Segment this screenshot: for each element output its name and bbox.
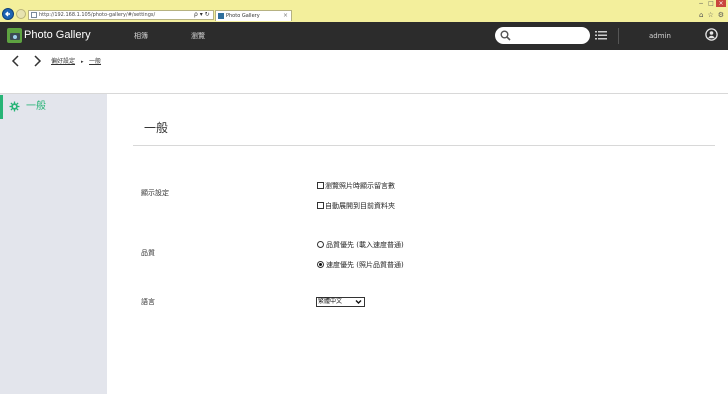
- back-arrow-icon: [5, 11, 10, 17]
- browser-titlebar: − □ × http://192.168.1.105/photo-gallery…: [0, 0, 728, 22]
- gear-icon[interactable]: ⚙: [718, 11, 724, 19]
- checkbox-label: 瀏覽照片時顯示留言數: [325, 181, 395, 190]
- app-title: Photo Gallery: [24, 29, 91, 41]
- title-divider: [133, 145, 715, 146]
- breadcrumb-separator-icon: ▸: [81, 59, 84, 65]
- menu-browse[interactable]: 瀏覽: [191, 31, 205, 41]
- breadcrumb-general[interactable]: 一般: [89, 58, 101, 66]
- radio-button-selected[interactable]: [317, 261, 324, 268]
- user-name[interactable]: admin: [649, 31, 671, 41]
- window-controls: − □ ×: [696, 0, 726, 7]
- browser-forward-button[interactable]: [16, 9, 26, 19]
- language-selected-value: 繁體中文: [318, 298, 343, 305]
- app-header: Photo Gallery 相簿 瀏覽 admin: [0, 22, 728, 50]
- search-input[interactable]: [495, 27, 590, 44]
- display-settings-label: 顯示設定: [141, 189, 169, 197]
- radio-label: 品質優先 (載入速度普通): [326, 240, 404, 249]
- filter-list-icon[interactable]: [595, 30, 607, 41]
- radio-button[interactable]: [317, 241, 324, 248]
- star-icon[interactable]: ☆: [707, 11, 713, 19]
- address-bar[interactable]: http://192.168.1.105/photo-gallery/#/set…: [28, 10, 214, 20]
- tab-favicon-icon: [218, 13, 224, 19]
- quality-label: 品質: [141, 249, 155, 257]
- forward-arrow-icon[interactable]: [32, 55, 42, 67]
- page-icon: [31, 12, 37, 18]
- close-window-button[interactable]: ×: [716, 0, 726, 7]
- radio-label: 速度優先 (照片品質普通): [326, 260, 404, 269]
- header-divider: [618, 28, 619, 44]
- maximize-button[interactable]: □: [706, 0, 716, 7]
- language-label: 語言: [141, 298, 155, 306]
- browser-toolbar-icons: ⌂ ☆ ⚙: [699, 11, 724, 19]
- user-icon[interactable]: [705, 28, 718, 41]
- photo-gallery-logo-icon: [7, 28, 22, 43]
- auto-expand-folder-checkbox[interactable]: 自動展開到目前資料夾: [317, 200, 395, 211]
- page-title: 一般: [144, 121, 169, 135]
- breadcrumb-preferences[interactable]: 偏好設定: [51, 58, 75, 66]
- menu-albums[interactable]: 相簿: [134, 31, 148, 41]
- tab-close-icon[interactable]: ×: [283, 11, 288, 21]
- address-tools[interactable]: ρ ▾ ↻: [194, 10, 210, 19]
- checkbox-box[interactable]: [317, 182, 324, 189]
- address-text: http://192.168.1.105/photo-gallery/#/set…: [39, 12, 156, 18]
- tab-title: Photo Gallery: [226, 13, 260, 19]
- sidebar-item-general[interactable]: 一般: [0, 95, 107, 119]
- checkbox-box[interactable]: [317, 202, 324, 209]
- search-icon: [500, 30, 511, 41]
- quality-first-radio[interactable]: 品質優先 (載入速度普通): [317, 239, 404, 250]
- browser-back-button[interactable]: [2, 8, 14, 20]
- sidebar: 一般: [0, 94, 107, 394]
- sidebar-item-label: 一般: [26, 101, 46, 112]
- home-icon[interactable]: ⌂: [699, 11, 703, 19]
- checkbox-label: 自動展開到目前資料夾: [325, 201, 395, 210]
- browser-tab[interactable]: Photo Gallery ×: [215, 10, 292, 21]
- language-select[interactable]: 繁體中文: [316, 297, 365, 307]
- speed-first-radio[interactable]: 速度優先 (照片品質普通): [317, 259, 404, 270]
- show-comment-count-checkbox[interactable]: 瀏覽照片時顯示留言數: [317, 180, 395, 191]
- chevron-down-icon: [355, 300, 362, 304]
- back-arrow-icon[interactable]: [11, 55, 21, 67]
- breadcrumb: 偏好設定 ▸ 一般: [0, 50, 728, 94]
- minimize-button[interactable]: −: [696, 0, 706, 7]
- gear-icon: [9, 101, 20, 112]
